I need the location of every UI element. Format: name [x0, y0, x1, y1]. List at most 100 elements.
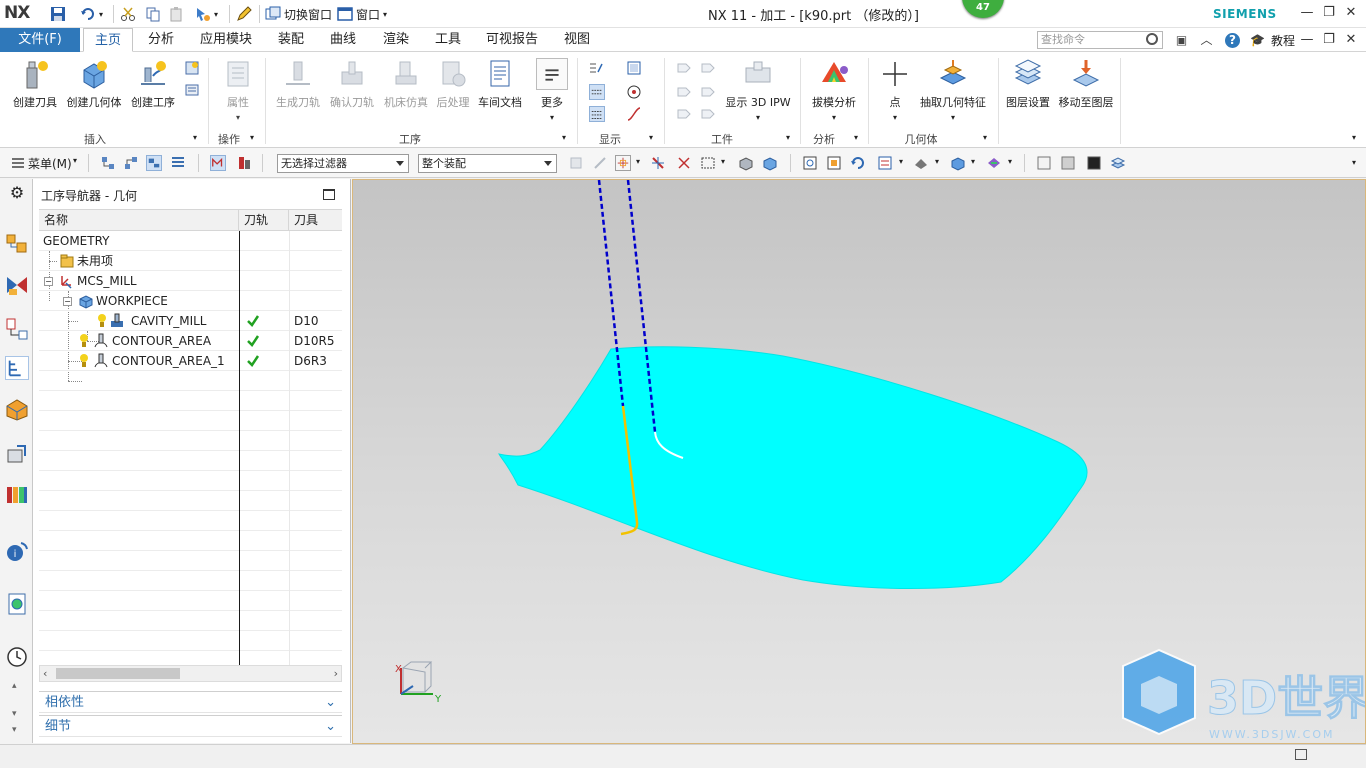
component-icon[interactable]: [762, 155, 778, 171]
doc-restore-button[interactable]: ❐: [1318, 31, 1340, 49]
column-header-toolpath[interactable]: 刀轨: [239, 210, 289, 231]
postprocess-button[interactable]: 后处理: [432, 58, 474, 110]
workpiece-tool-1-icon[interactable]: [676, 60, 692, 76]
display-curve-icon[interactable]: [626, 106, 642, 122]
properties-button[interactable]: 属性 ▾: [214, 58, 262, 123]
tree-row-unused-items[interactable]: 未用项: [39, 251, 342, 271]
tree-row-workpiece[interactable]: − WORKPIECE: [39, 291, 342, 311]
tab-view[interactable]: 视图: [556, 28, 598, 52]
selection-tools-button[interactable]: ▾: [195, 5, 218, 23]
generate-toolpath-button[interactable]: 生成刀轨: [272, 58, 324, 110]
status-window-icon[interactable]: [1295, 749, 1307, 760]
more-process-button[interactable]: 更多 ▾: [532, 58, 572, 123]
selection-filter-dropdown[interactable]: 无选择过滤器: [277, 154, 409, 173]
workpiece-group-dropdown-icon[interactable]: ▾: [786, 133, 790, 142]
tutorial-link[interactable]: 教程: [1271, 32, 1295, 49]
general-selection-icon[interactable]: [568, 155, 584, 171]
search-icon[interactable]: [1146, 33, 1158, 45]
rectangle-selection-icon[interactable]: [700, 155, 716, 171]
assembly-navigator-icon[interactable]: [5, 231, 29, 255]
tab-render[interactable]: 渲染: [375, 28, 417, 52]
tree-row-contour-area-1[interactable]: CONTOUR_AREA_1 D6R3: [39, 351, 342, 371]
geometry-group-dropdown-icon[interactable]: ▾: [983, 133, 987, 142]
maximize-panel-icon[interactable]: [323, 189, 335, 200]
close-button[interactable]: ✕: [1340, 4, 1362, 22]
tool-library-icon[interactable]: [236, 155, 252, 171]
tree-row-cavity-mill[interactable]: CAVITY_MILL D10: [39, 311, 342, 331]
point-button[interactable]: 点 ▾: [876, 58, 914, 123]
settings-gear-icon[interactable]: ⚙: [5, 183, 29, 207]
insert-group-dropdown-icon[interactable]: ▾: [193, 133, 197, 142]
display-blank-icon[interactable]: [626, 60, 642, 76]
minimize-button[interactable]: —: [1296, 4, 1318, 22]
tab-home[interactable]: 主页: [83, 28, 133, 52]
history-clock-icon[interactable]: [5, 645, 29, 669]
cut-button[interactable]: [120, 5, 136, 23]
analysis-group-dropdown-icon[interactable]: ▾: [854, 133, 858, 142]
render-style-icon[interactable]: [913, 155, 929, 171]
collapse-toggle-icon[interactable]: −: [44, 277, 53, 286]
display-cut-region-icon[interactable]: [589, 84, 605, 100]
tab-applications[interactable]: 应用模块: [194, 28, 258, 52]
tab-curve[interactable]: 曲线: [322, 28, 364, 52]
machine-navigator-icon[interactable]: [5, 398, 29, 422]
display-group-dropdown-icon[interactable]: ▾: [649, 133, 653, 142]
layer-settings-button[interactable]: 图层设置: [1002, 58, 1054, 110]
copy-button[interactable]: [145, 5, 161, 23]
horizontal-scrollbar[interactable]: ‹ ›: [39, 665, 342, 682]
shop-documentation-button[interactable]: 车间文档: [476, 58, 524, 110]
process-group-dropdown-icon[interactable]: ▾: [562, 133, 566, 142]
rotate-icon[interactable]: [850, 155, 866, 171]
toolbar-options-icon[interactable]: ▾: [1352, 158, 1356, 167]
resource-bar-options-icon[interactable]: ▾: [12, 725, 17, 735]
workpiece-tool-5-icon[interactable]: [676, 106, 692, 122]
zoom-icon[interactable]: [826, 155, 842, 171]
workpiece-tool-2-icon[interactable]: [700, 60, 716, 76]
create-geometry-button[interactable]: 创建几何体: [64, 58, 124, 110]
dependencies-panel-header[interactable]: 相依性 ⌄: [39, 691, 342, 713]
background-black-icon[interactable]: [1086, 155, 1102, 171]
library-books-icon[interactable]: [5, 483, 29, 507]
create-operation-button[interactable]: 创建工序: [126, 58, 180, 110]
constraint-navigator-icon[interactable]: [5, 273, 29, 297]
tree-row-geometry[interactable]: GEOMETRY: [39, 231, 342, 251]
tab-analysis[interactable]: 分析: [140, 28, 182, 52]
undo-button[interactable]: ▾: [80, 5, 103, 23]
layer-visibility-icon[interactable]: [1110, 155, 1126, 171]
show-3d-ipw-button[interactable]: 显示 3D IPW ▾: [724, 58, 792, 123]
reuse-library-icon[interactable]: [5, 442, 29, 466]
part-surface[interactable]: [498, 346, 1088, 589]
program-order-view-icon[interactable]: [100, 155, 116, 171]
verify-toolpath-button[interactable]: 确认刀轨: [326, 58, 378, 110]
machine-simulation-button[interactable]: 机床仿真: [380, 58, 432, 110]
show-toolpath-icon[interactable]: [588, 60, 604, 76]
column-header-name[interactable]: 名称: [39, 210, 239, 231]
dropdown-arrow-icon[interactable]: ▾: [971, 157, 975, 166]
orient-view-icon[interactable]: [877, 155, 893, 171]
tree-row-mcs-mill[interactable]: − MCS_MILL: [39, 271, 342, 291]
dropdown-arrow-icon[interactable]: ▾: [935, 157, 939, 166]
file-menu-tab[interactable]: 文件(F): [0, 28, 80, 52]
dropdown-arrow-icon[interactable]: ▾: [73, 156, 77, 165]
move-to-layer-button[interactable]: 移动至图层: [1056, 58, 1116, 110]
dropdown-arrow-icon[interactable]: ▾: [1008, 157, 1012, 166]
paste-button[interactable]: [168, 5, 184, 23]
scrollbar-thumb[interactable]: [56, 668, 180, 679]
ribbon-options-icon[interactable]: ▾: [1352, 133, 1356, 142]
workpiece-tool-4-icon[interactable]: [700, 84, 716, 100]
machine-tool-view-icon[interactable]: [123, 155, 139, 171]
collapse-toggle-icon[interactable]: −: [63, 297, 72, 306]
command-search-input[interactable]: 查找命令: [1037, 31, 1163, 49]
workpiece-tool-3-icon[interactable]: [676, 84, 692, 100]
operation-group-dropdown-icon[interactable]: ▾: [250, 133, 254, 142]
background-white-icon[interactable]: [1036, 155, 1052, 171]
details-panel-header[interactable]: 细节 ⌄: [39, 715, 342, 737]
machining-method-view-icon[interactable]: [170, 155, 186, 171]
snap-point-icon[interactable]: [615, 155, 631, 171]
scroll-left-icon[interactable]: ‹: [43, 667, 47, 680]
draft-analysis-button[interactable]: 拔模分析 ▾: [806, 58, 862, 123]
create-tool-button[interactable]: 创建刀具: [8, 58, 62, 110]
solid-body-icon[interactable]: [738, 155, 754, 171]
show-toolpath-toggle-icon[interactable]: [210, 155, 226, 171]
collapse-ribbon-icon[interactable]: ︿: [1199, 33, 1214, 48]
